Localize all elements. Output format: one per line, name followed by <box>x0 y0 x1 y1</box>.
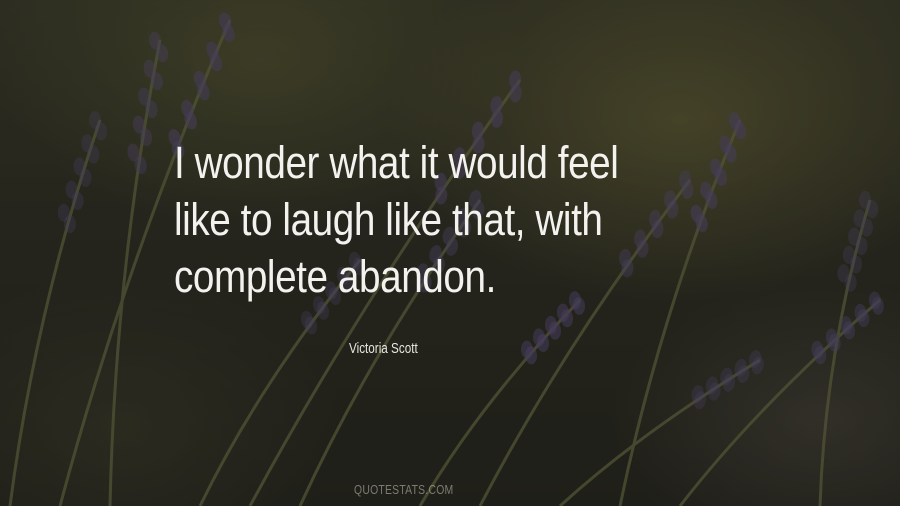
quote-text: I wonder what it would feel like to laug… <box>174 134 707 305</box>
quote-line: I wonder what it would feel <box>174 137 619 188</box>
quote-line: like to laugh like that, with <box>174 194 603 245</box>
quote-author: Victoria Scott <box>349 340 418 357</box>
site-watermark: QUOTESTATS.COM <box>354 482 454 497</box>
quote-image: I wonder what it would feel like to laug… <box>0 0 900 506</box>
quote-line: complete abandon. <box>174 251 496 302</box>
